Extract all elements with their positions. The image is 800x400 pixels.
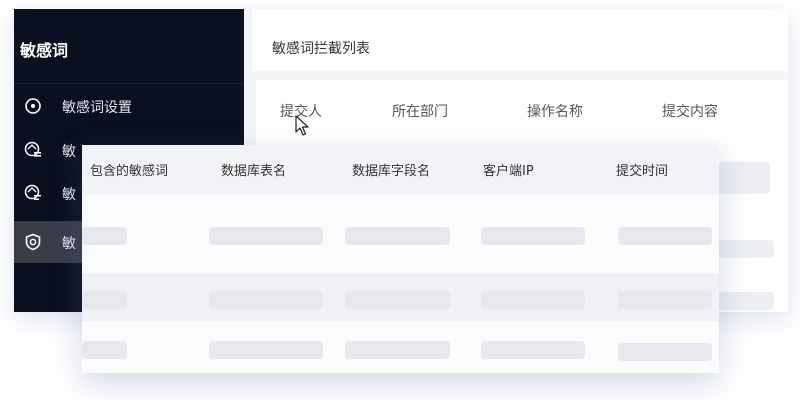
column-header-content[interactable]: 提交内容 [662,101,718,121]
skeleton-cell [82,291,127,309]
sidebar-title: 敏感词 [20,41,69,60]
sidebar-divider [14,83,244,84]
skeleton-cell [209,291,323,309]
settings-sliders-icon [24,184,42,202]
skeleton-cell [481,291,585,309]
skeleton-cell [209,341,323,359]
skeleton-cell [618,291,712,309]
column-header-department[interactable]: 所在部门 [392,101,448,121]
column-header-db-table[interactable]: 数据库表名 [221,160,286,179]
skeleton-cell [345,291,450,309]
column-header-sensitive-word[interactable]: 包含的敏感词 [90,160,168,179]
shield-icon [24,233,42,251]
skeleton-cell [82,341,127,359]
sensitive-word-detail-table: 包含的敏感词 数据库表名 数据库字段名 客户端IP 提交时间 [82,145,719,373]
skeleton-cell [481,227,585,245]
page-title: 敏感词拦截列表 [272,41,370,57]
sidebar-item-label: 敏 [62,144,76,160]
sidebar-item-sensitive-settings[interactable]: 敏感词设置 [14,85,244,127]
table-header: 包含的敏感词 数据库表名 数据库字段名 客户端IP 提交时间 [82,145,719,195]
sidebar-item-label: 敏 [62,236,76,252]
settings-list-icon [24,141,42,159]
table-row[interactable] [82,273,719,321]
skeleton-cell [718,292,774,310]
target-circle-icon [24,97,42,115]
skeleton-cell [82,227,127,245]
sidebar-item-label: 敏 [62,187,76,203]
mouse-cursor-icon [295,115,309,136]
skeleton-cell [209,227,323,245]
skeleton-cell [718,240,774,258]
skeleton-cell [345,341,450,359]
skeleton-cell [618,227,712,245]
column-header-operation[interactable]: 操作名称 [527,101,583,121]
column-header-client-ip[interactable]: 客户端IP [483,160,534,179]
column-header-submit-time[interactable]: 提交时间 [616,160,668,179]
skeleton-cell [618,343,712,361]
skeleton-cell [718,162,770,194]
sidebar-item-label: 敏感词设置 [62,100,132,116]
column-header-db-field[interactable]: 数据库字段名 [352,160,430,179]
main-header: 敏感词拦截列表 [252,9,788,71]
skeleton-cell [345,227,450,245]
skeleton-cell [481,341,585,359]
